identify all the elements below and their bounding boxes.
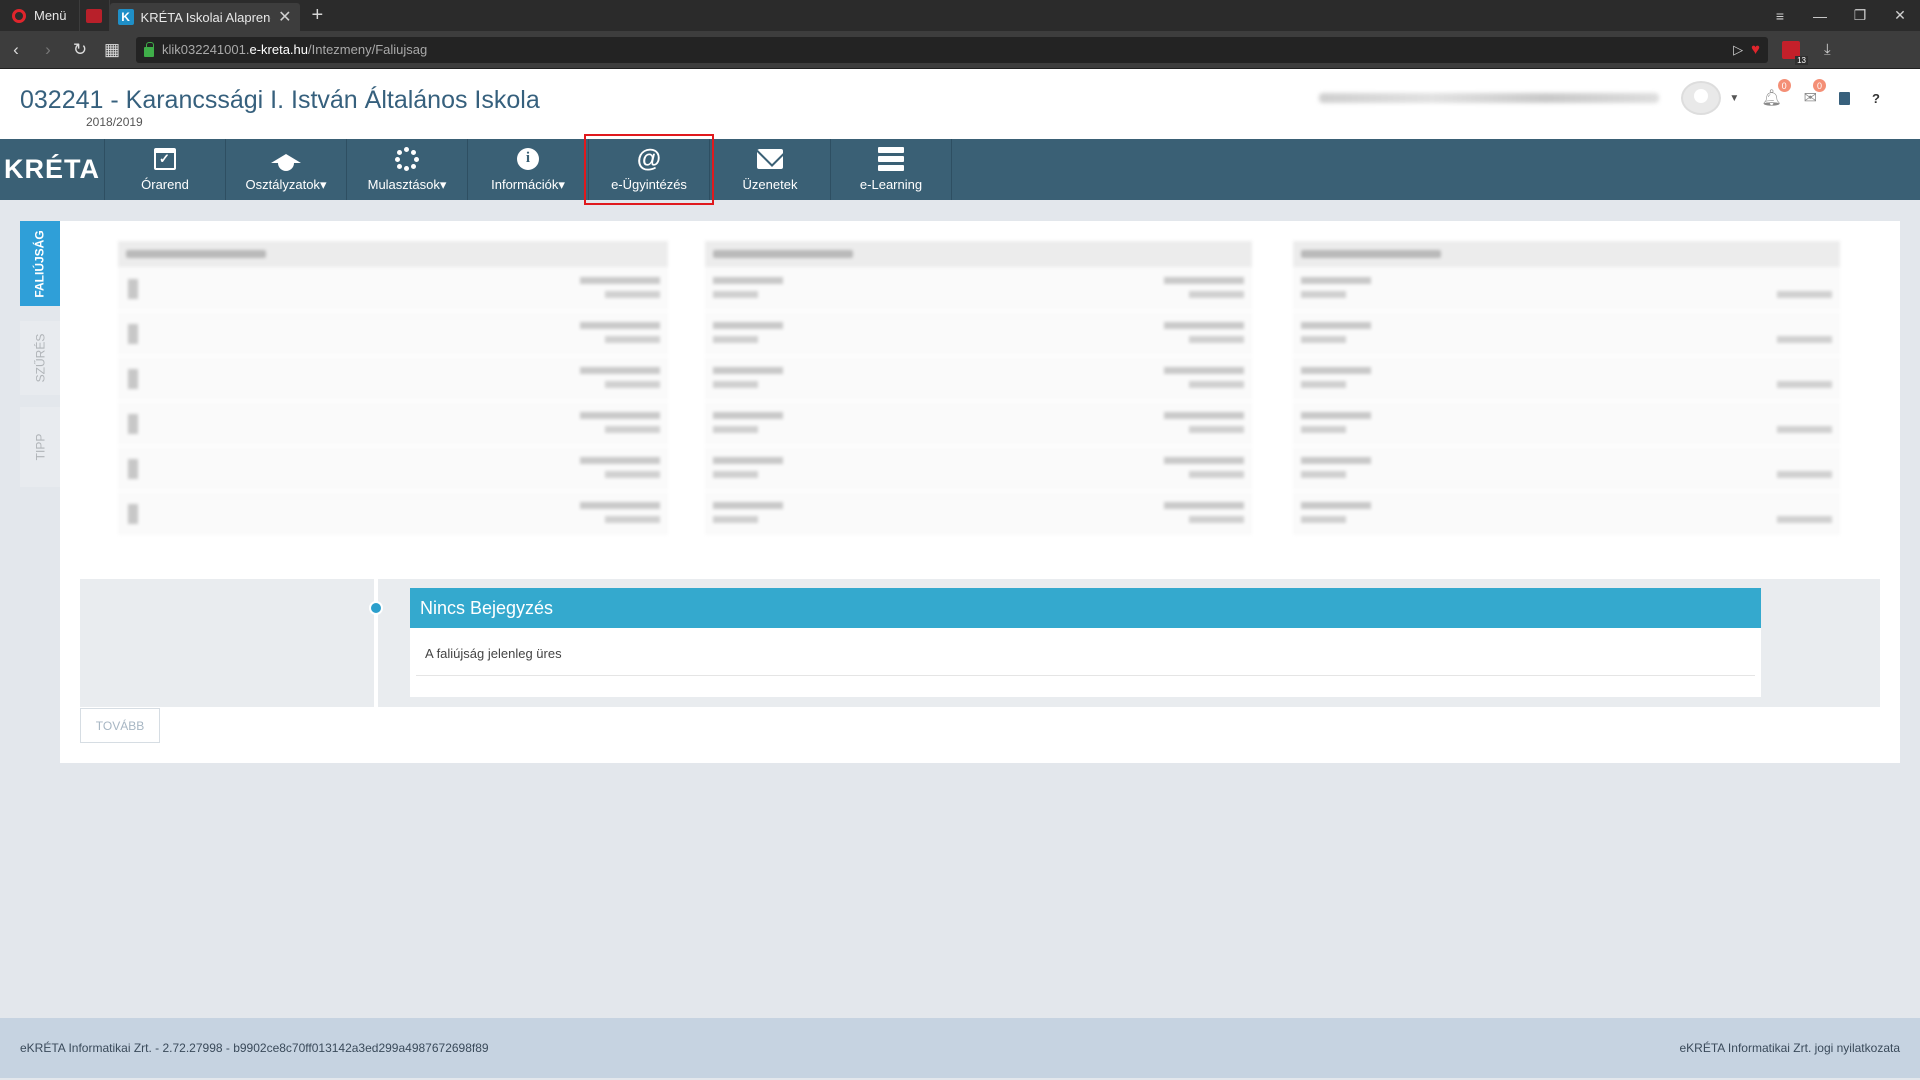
tab-close-icon[interactable]: ✕ bbox=[278, 7, 291, 27]
at-icon: @ bbox=[636, 144, 662, 173]
window-close-icon[interactable]: ✕ bbox=[1880, 0, 1920, 31]
nav-label-informaciok: Információk▾ bbox=[491, 176, 565, 192]
url-field[interactable]: klik032241001.e-kreta.hu/Intezmeny/Faliu… bbox=[136, 36, 1768, 63]
speed-dial-icon[interactable]: ▦ bbox=[96, 40, 128, 60]
heart-icon[interactable]: ♥ bbox=[1751, 41, 1760, 58]
back-icon[interactable]: ‹ bbox=[0, 40, 32, 60]
blurred-widget-left bbox=[118, 241, 668, 537]
side-tab-label: TIPP bbox=[32, 433, 47, 461]
envelope-icon bbox=[757, 147, 783, 171]
url-path: /Intezmeny/Faliujsag bbox=[308, 42, 428, 57]
url-text: klik032241001.e-kreta.hu/Intezmeny/Faliu… bbox=[162, 42, 427, 57]
calendar-check-icon bbox=[152, 147, 178, 171]
nav-item-informaciok[interactable]: i Információk▾ bbox=[468, 139, 589, 200]
page-title: 032241 - Karancssági I. István Általános… bbox=[20, 86, 540, 114]
download-icon[interactable]: ⤓ bbox=[1824, 41, 1831, 58]
wall-left-area bbox=[80, 579, 374, 707]
spinner-icon bbox=[394, 146, 420, 171]
tab-title: KRÉTA Iskolai Alaprendsze bbox=[140, 9, 272, 25]
side-tab-tipp[interactable]: TIPP bbox=[20, 407, 60, 487]
book-icon[interactable] bbox=[1839, 91, 1851, 105]
more-button[interactable]: TOVÁBB bbox=[80, 708, 160, 743]
avatar[interactable] bbox=[1681, 81, 1722, 115]
url-prefix: klik032241001. bbox=[162, 42, 250, 57]
pinned-tab[interactable] bbox=[80, 0, 110, 31]
notification-badge: 0 bbox=[1777, 79, 1791, 92]
user-area: ▼ 🔔︎ 0 ✉ 0 ? bbox=[1319, 79, 1880, 115]
kreta-favicon-icon: K bbox=[117, 9, 134, 25]
url-actions: ▷ ♥ bbox=[1733, 41, 1760, 58]
server-icon bbox=[878, 147, 904, 171]
forward-icon[interactable]: › bbox=[32, 40, 64, 60]
nav-label-mulasztasok: Mulasztások▾ bbox=[367, 176, 447, 192]
browser-address-bar: ‹ › ↻ ▦ klik032241001.e-kreta.hu/Intezme… bbox=[0, 31, 1920, 69]
blurred-widget-middle bbox=[705, 241, 1252, 537]
message-badge: 0 bbox=[1813, 79, 1827, 92]
nav-item-e-learning[interactable]: e-Learning bbox=[831, 139, 952, 200]
nav-item-orarend[interactable]: Órarend bbox=[105, 139, 226, 200]
window-controls: ≡ — ❐ ✕ bbox=[1760, 0, 1920, 31]
browser-tab-active[interactable]: K KRÉTA Iskolai Alaprendsze ✕ bbox=[109, 3, 300, 31]
tab-menu-icon[interactable]: ≡ bbox=[1760, 0, 1800, 31]
footer-legal-link[interactable]: eKRÉTA Informatikai Zrt. jogi nyilatkoza… bbox=[1679, 1041, 1900, 1055]
footer-version: eKRÉTA Informatikai Zrt. - 2.72.27998 - … bbox=[20, 1041, 489, 1055]
browser-menu-button[interactable]: Menü bbox=[0, 0, 80, 31]
nav-label-osztalyzatok: Osztályzatok▾ bbox=[245, 176, 327, 192]
main-navigation: KRÉTA Órarend Osztályzatok▾ Mulasztások▾… bbox=[0, 134, 1920, 205]
side-tab-faliujsag[interactable]: FALIÚJSÁG bbox=[20, 221, 60, 306]
opera-logo-icon bbox=[12, 8, 26, 23]
bell-icon[interactable]: 🔔︎ 0 bbox=[1761, 79, 1791, 108]
footer: eKRÉTA Informatikai Zrt. - 2.72.27998 - … bbox=[0, 1018, 1920, 1078]
pinned-tab-icon bbox=[86, 8, 103, 23]
nav-label-e-ugyintezes: e-Ügyintézés bbox=[611, 177, 687, 192]
chevron-down-icon: ▾ bbox=[558, 176, 565, 192]
side-tab-label: FALIÚJSÁG bbox=[33, 229, 47, 298]
blurred-widget-right bbox=[1293, 241, 1840, 537]
extension-icon[interactable]: 13 bbox=[1782, 40, 1808, 65]
main-panel: Nincs Bejegyzés A faliújság jelenleg üre… bbox=[60, 221, 1900, 763]
extension-badge: 13 bbox=[1795, 55, 1808, 65]
chevron-down-icon: ▾ bbox=[439, 176, 447, 192]
minimize-icon[interactable]: — bbox=[1800, 0, 1840, 31]
send-icon[interactable]: ▷ bbox=[1733, 42, 1743, 58]
info-icon: i bbox=[515, 147, 541, 171]
chevron-down-icon[interactable]: ▼ bbox=[1729, 93, 1739, 104]
mail-icon[interactable]: ✉ 0 bbox=[1804, 79, 1827, 108]
entry-text: A faliújság jelenleg üres bbox=[416, 628, 1755, 676]
nav-item-e-ugyintezes[interactable]: @ e-Ügyintézés bbox=[584, 134, 714, 205]
nav-item-mulasztasok[interactable]: Mulasztások▾ bbox=[347, 139, 468, 200]
nav-item-uzenetek[interactable]: Üzenetek bbox=[710, 139, 831, 200]
timeline-dot-icon bbox=[369, 601, 383, 615]
school-year: 2018/2019 bbox=[86, 115, 143, 129]
entry-title: Nincs Bejegyzés bbox=[410, 588, 1761, 628]
nav-item-osztalyzatok[interactable]: Osztályzatok▾ bbox=[226, 139, 347, 200]
lock-icon bbox=[144, 41, 154, 57]
nav-label-uzenetek: Üzenetek bbox=[742, 177, 798, 192]
nav-label-e-learning: e-Learning bbox=[859, 177, 923, 192]
browser-extensions: 13 ⤓ bbox=[1782, 40, 1831, 65]
browser-tab-bar: Menü K KRÉTA Iskolai Alaprendsze ✕ + ≡ —… bbox=[0, 0, 1920, 31]
nav-label-orarend: Órarend bbox=[141, 177, 189, 192]
side-tab-label: SZŰRÉS bbox=[33, 333, 47, 383]
graduation-cap-icon bbox=[271, 147, 301, 171]
restore-icon[interactable]: ❐ bbox=[1840, 0, 1880, 31]
url-domain: e-kreta.hu bbox=[249, 42, 309, 57]
app-header: 032241 - Karancssági I. István Általános… bbox=[0, 69, 1920, 139]
side-tab-szures[interactable]: SZŰRÉS bbox=[20, 321, 60, 395]
new-tab-button[interactable]: + bbox=[300, 4, 336, 27]
kreta-logo[interactable]: KRÉTA bbox=[0, 139, 105, 200]
browser-menu-label: Menü bbox=[34, 8, 67, 23]
help-icon[interactable]: ? bbox=[1872, 91, 1880, 106]
chevron-down-icon: ▾ bbox=[319, 176, 327, 192]
user-name-blurred bbox=[1319, 93, 1660, 103]
reload-icon[interactable]: ↻ bbox=[64, 40, 96, 60]
wall-entry: Nincs Bejegyzés A faliújság jelenleg üre… bbox=[410, 588, 1761, 697]
